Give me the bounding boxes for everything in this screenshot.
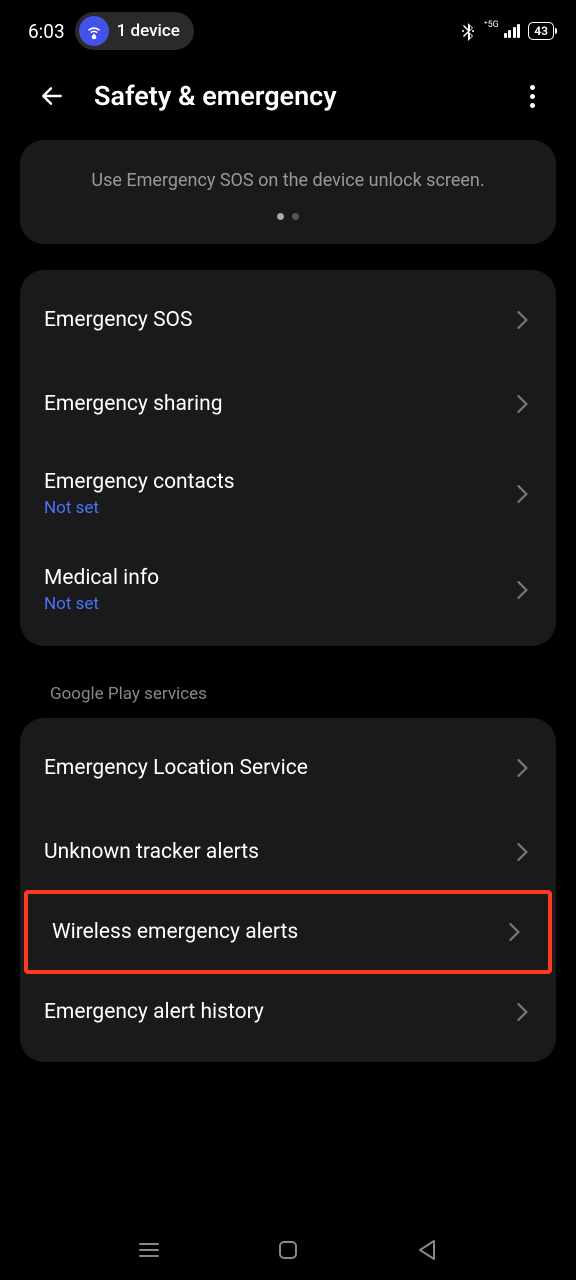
device-count-label: 1 device [117,21,180,41]
chevron-right-icon [514,485,532,503]
home-button[interactable] [273,1235,303,1265]
item-title: Medical info [44,566,159,590]
item-title: Emergency Location Service [44,756,308,780]
page-dot [292,213,299,220]
status-left: 6:03 1 device [28,12,194,50]
page-header: Safety & emergency [0,56,576,140]
item-emergency-alert-history[interactable]: Emergency alert history [20,970,556,1054]
item-emergency-location-service[interactable]: Emergency Location Service [20,726,556,810]
battery-indicator: 43 [528,22,554,40]
back-button[interactable] [38,82,66,110]
recent-apps-button[interactable] [134,1235,164,1265]
navigation-bar [0,1220,576,1280]
wifi-icon [79,16,109,46]
item-title: Emergency contacts [44,470,235,494]
page-dot-active [277,213,284,220]
item-emergency-contacts[interactable]: Emergency contacts Not set [20,446,556,542]
info-card[interactable]: Use Emergency SOS on the device unlock s… [20,140,556,244]
chevron-right-icon [514,759,532,777]
chevron-right-icon [514,581,532,599]
settings-group-2: Emergency Location Service Unknown track… [20,718,556,1062]
chevron-right-icon [514,395,532,413]
page-indicator [40,213,536,220]
item-medical-info[interactable]: Medical info Not set [20,542,556,638]
chevron-right-icon [506,923,524,941]
item-title: Emergency alert history [44,1000,264,1024]
item-emergency-sos[interactable]: Emergency SOS [20,278,556,362]
item-wireless-emergency-alerts[interactable]: Wireless emergency alerts [24,890,552,974]
signal-indicator: ⁺5G [484,24,520,38]
clock-time: 6:03 [28,20,65,43]
item-title: Wireless emergency alerts [52,920,298,944]
more-options-button[interactable] [518,82,546,110]
item-subtitle: Not set [44,594,159,614]
item-title: Emergency sharing [44,392,223,416]
item-subtitle: Not set [44,498,235,518]
status-right: ⁺5G 43 [460,21,554,41]
bluetooth-icon [460,21,476,41]
settings-group-1: Emergency SOS Emergency sharing Emergenc… [20,270,556,646]
info-text: Use Emergency SOS on the device unlock s… [40,170,536,191]
chevron-right-icon [514,843,532,861]
network-label: ⁺5G [484,20,499,30]
content-area: Use Emergency SOS on the device unlock s… [0,140,576,1062]
back-nav-button[interactable] [412,1235,442,1265]
section-header-play-services: Google Play services [20,672,556,718]
page-title: Safety & emergency [94,80,490,112]
status-bar: 6:03 1 device ⁺5G [0,0,576,56]
item-title: Emergency SOS [44,308,192,332]
chevron-right-icon [514,311,532,329]
item-title: Unknown tracker alerts [44,840,259,864]
item-emergency-sharing[interactable]: Emergency sharing [20,362,556,446]
chevron-right-icon [514,1003,532,1021]
item-unknown-tracker-alerts[interactable]: Unknown tracker alerts [20,810,556,894]
device-pill[interactable]: 1 device [75,12,194,50]
